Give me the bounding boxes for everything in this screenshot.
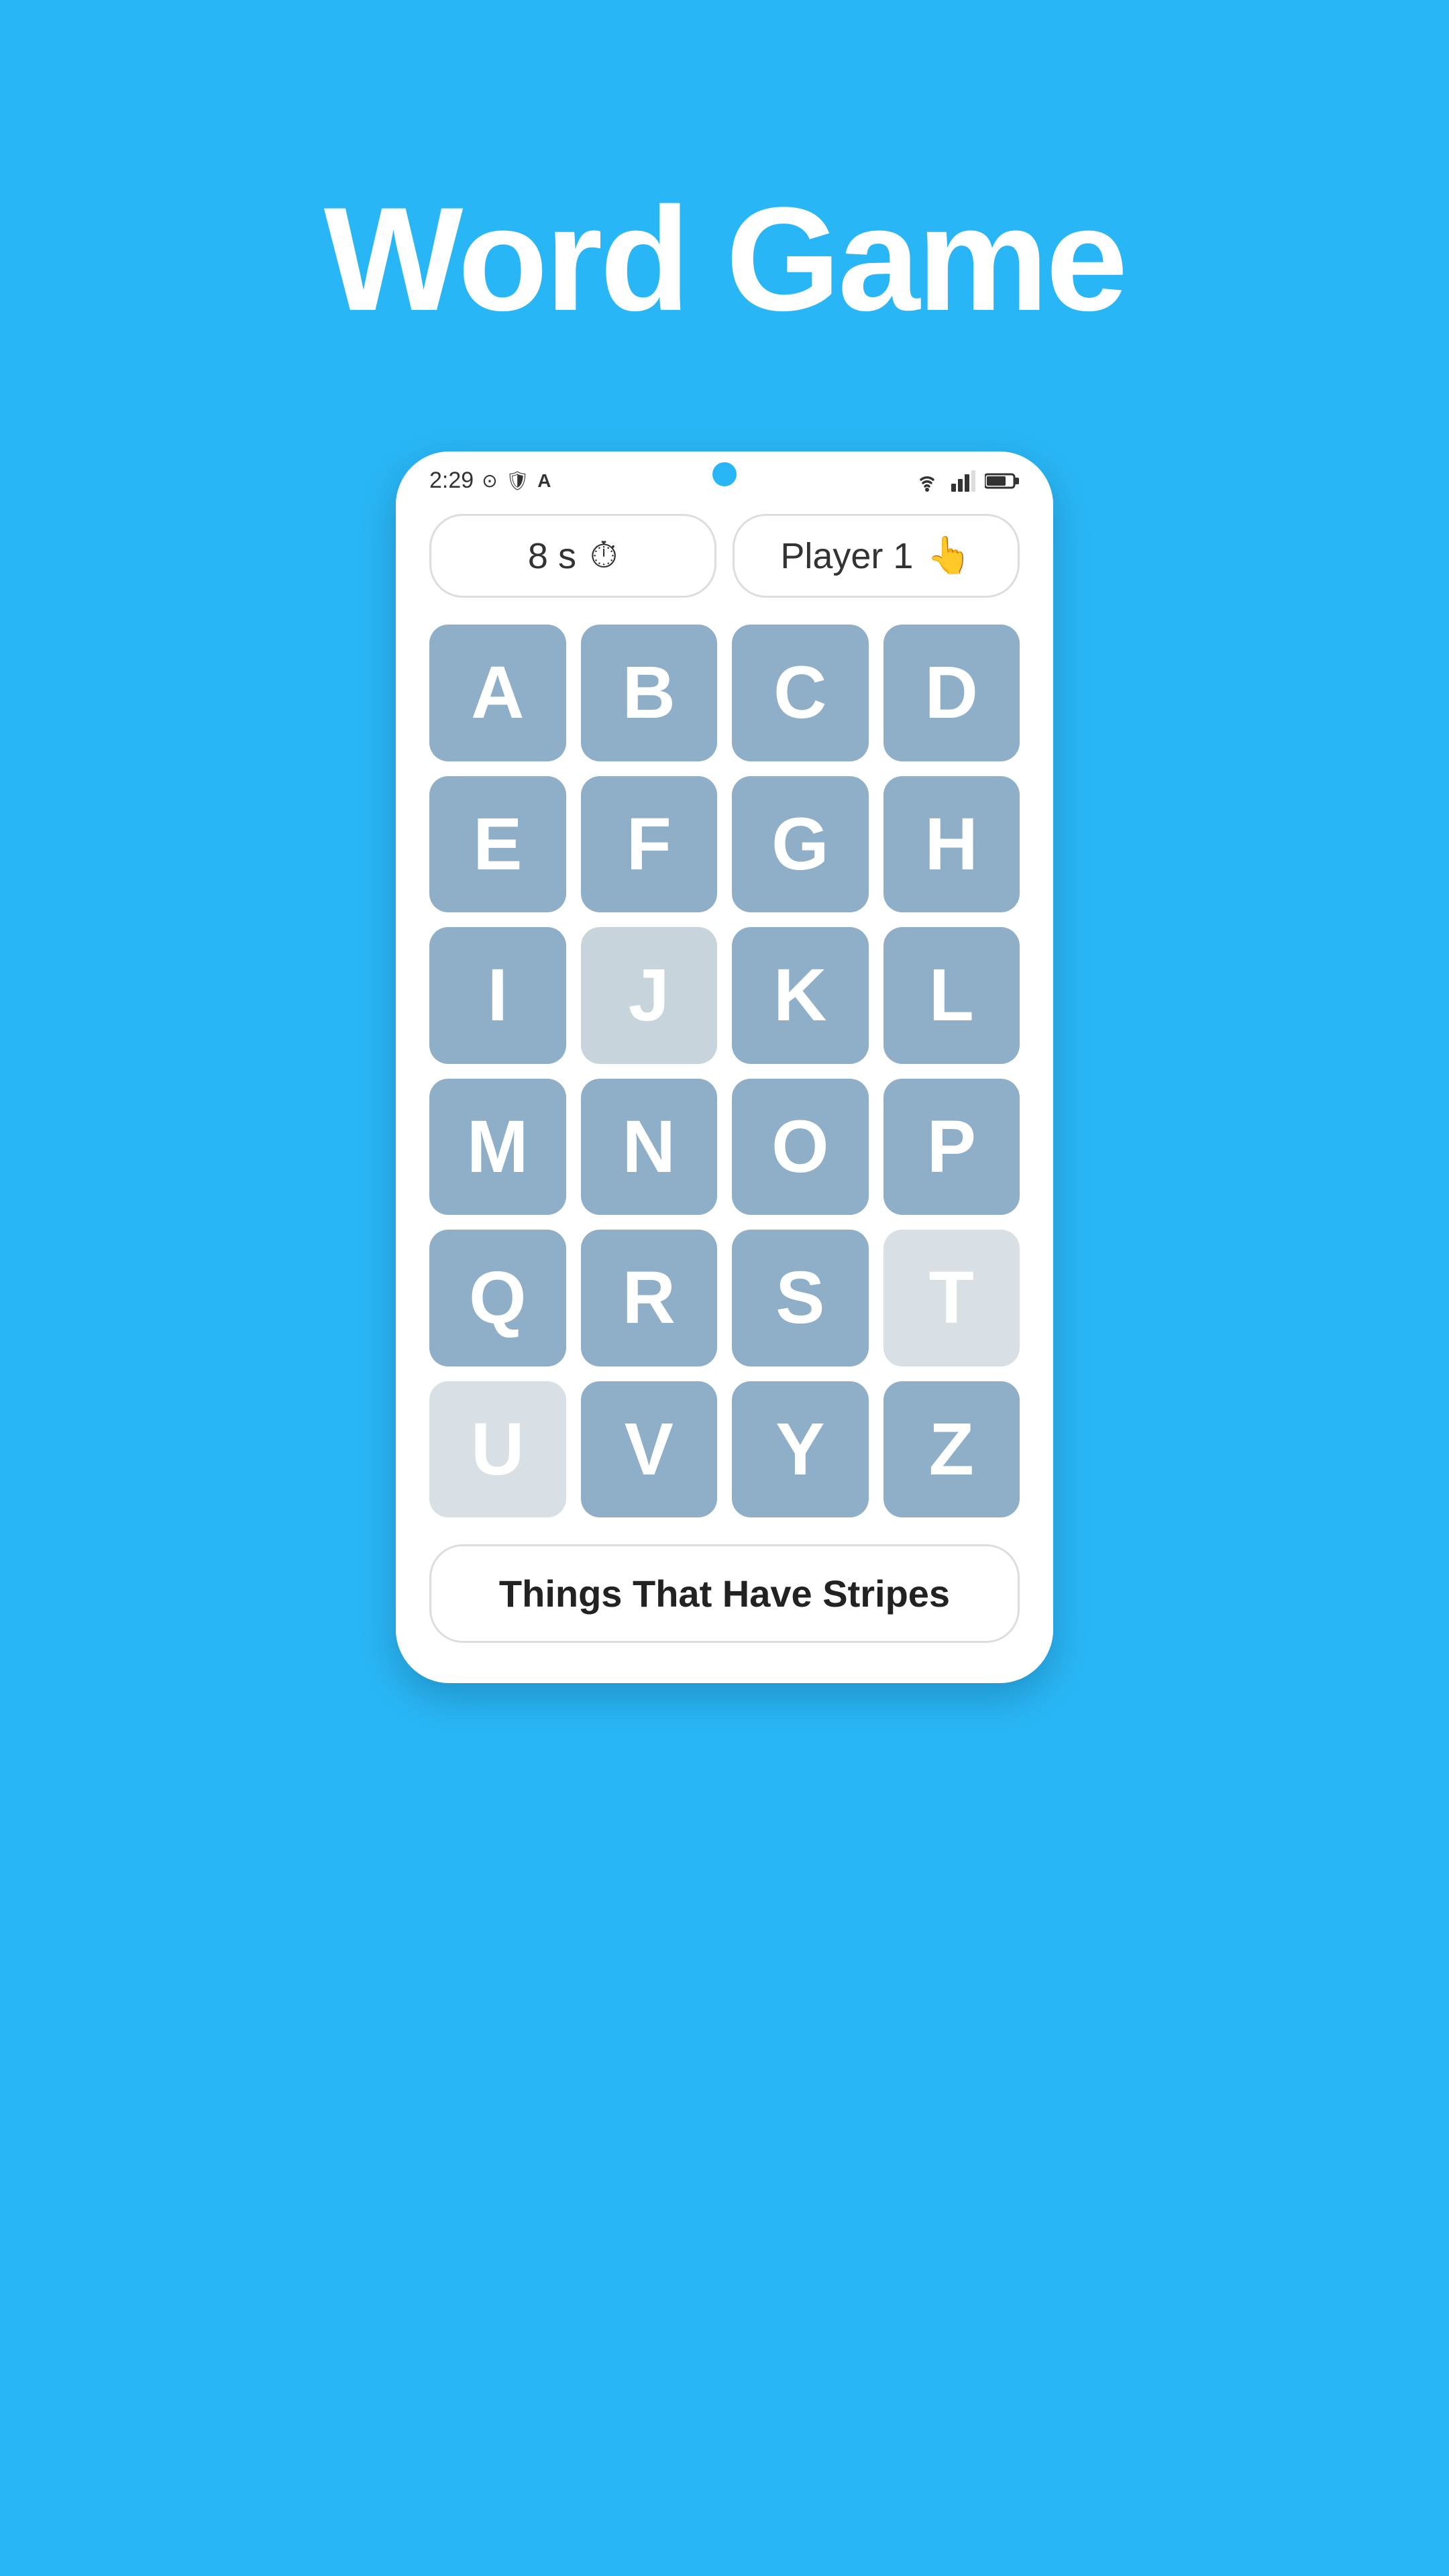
letter-btn-z[interactable]: Z: [883, 1381, 1020, 1518]
player-box: Player 1 👆: [733, 514, 1020, 598]
letter-btn-y[interactable]: Y: [732, 1381, 869, 1518]
signal-icon: [951, 470, 975, 492]
letter-btn-n[interactable]: N: [581, 1079, 718, 1216]
letter-btn-f[interactable]: F: [581, 776, 718, 913]
status-bar: 2:29 ⊙ 🛡 A: [396, 451, 1053, 500]
prompt-bar: Things That Have Stripes: [429, 1544, 1020, 1643]
letter-btn-k[interactable]: K: [732, 927, 869, 1064]
letter-btn-a[interactable]: A: [429, 625, 566, 761]
timer-icon: ⏱: [590, 535, 618, 577]
letter-btn-r[interactable]: R: [581, 1230, 718, 1366]
status-right: [912, 469, 1020, 493]
letter-btn-j[interactable]: J: [581, 927, 718, 1064]
letter-btn-c[interactable]: C: [732, 625, 869, 761]
letter-btn-h[interactable]: H: [883, 776, 1020, 913]
letter-btn-i[interactable]: I: [429, 927, 566, 1064]
top-bar: 8 s ⏱ Player 1 👆: [429, 514, 1020, 598]
letter-btn-e[interactable]: E: [429, 776, 566, 913]
letter-btn-d[interactable]: D: [883, 625, 1020, 761]
camera-notch: [712, 462, 737, 486]
letter-btn-u[interactable]: U: [429, 1381, 566, 1518]
shield-icon: 🛡: [506, 470, 530, 492]
timer-label: 8 s: [528, 535, 576, 577]
letter-btn-b[interactable]: B: [581, 625, 718, 761]
player-icon: 👆: [926, 535, 971, 577]
prompt-text: Things That Have Stripes: [499, 1572, 950, 1615]
letter-btn-v[interactable]: V: [581, 1381, 718, 1518]
letter-btn-s[interactable]: S: [732, 1230, 869, 1366]
clock-icon: ⊙: [482, 470, 497, 492]
wifi-icon: [912, 469, 942, 493]
battery-icon: [985, 472, 1020, 490]
letter-btn-q[interactable]: Q: [429, 1230, 566, 1366]
phone-content: 8 s ⏱ Player 1 👆 ABCD EFGH IJKL MNOP QRST UVY…: [396, 500, 1053, 1683]
letter-btn-l[interactable]: L: [883, 927, 1020, 1064]
letter-btn-m[interactable]: M: [429, 1079, 566, 1216]
a-icon: A: [537, 470, 551, 492]
time-display: 2:29: [429, 468, 474, 494]
letter-btn-g[interactable]: G: [732, 776, 869, 913]
status-left: 2:29 ⊙ 🛡 A: [429, 468, 551, 494]
phone-frame: 2:29 ⊙ 🛡 A: [396, 451, 1053, 1683]
letter-btn-p[interactable]: P: [883, 1079, 1020, 1216]
page-title: Word Game: [324, 174, 1126, 344]
timer-box: 8 s ⏱: [429, 514, 716, 598]
player-label: Player 1: [780, 535, 913, 577]
letters-grid: ABCD EFGH IJKL MNOP QRST UVYZ: [429, 625, 1020, 1517]
letter-btn-o[interactable]: O: [732, 1079, 869, 1216]
letter-btn-t[interactable]: T: [883, 1230, 1020, 1366]
